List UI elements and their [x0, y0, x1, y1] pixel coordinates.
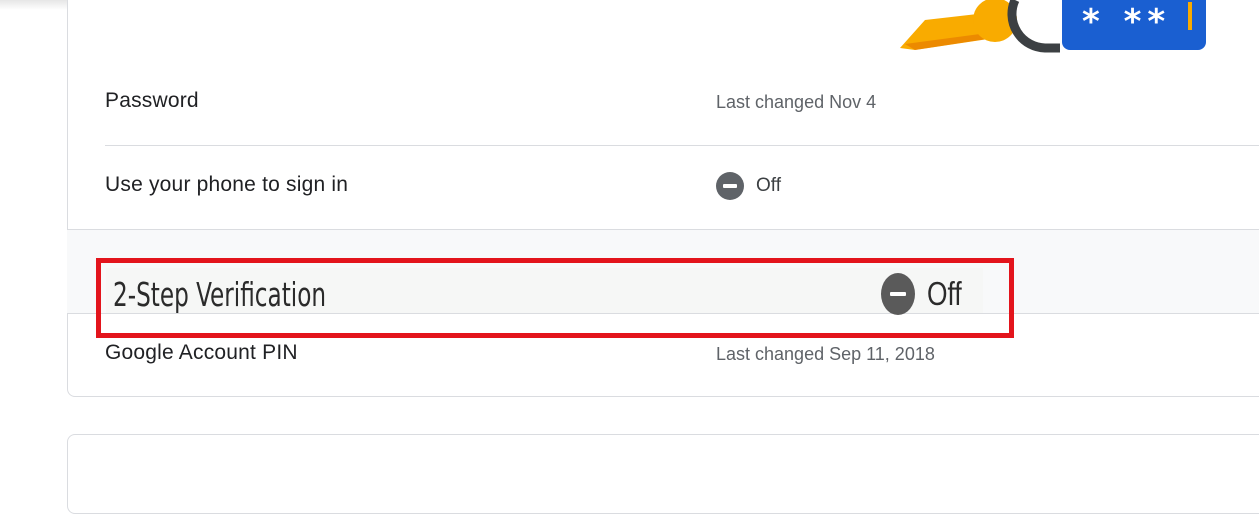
account-pin-last-changed: Last changed Sep 11, 2018	[716, 344, 935, 364]
password-stars: * **	[1082, 2, 1172, 42]
off-icon	[716, 172, 744, 200]
two-step-verification-label: 2-Step Verification	[113, 275, 327, 314]
two-step-verification-row[interactable]: 2-Step Verification Off	[96, 258, 1014, 338]
off-icon	[881, 273, 915, 315]
two-step-verification-status: Off	[881, 273, 970, 315]
account-pin-label: Google Account PIN	[105, 341, 298, 364]
next-card	[67, 434, 1259, 514]
phone-sign-in-status-text: Off	[756, 175, 781, 196]
two-step-verification-status-text: Off	[927, 275, 962, 312]
password-label: Password	[105, 89, 199, 112]
phone-sign-in-status: Off	[716, 172, 781, 200]
phone-sign-in-label: Use your phone to sign in	[105, 173, 349, 196]
password-key-illustration: * **	[845, 0, 1215, 55]
password-last-changed: Last changed Nov 4	[716, 92, 877, 112]
divider	[105, 145, 1259, 146]
password-field-icon: * **	[1062, 0, 1206, 50]
text-cursor-icon	[1188, 2, 1192, 30]
